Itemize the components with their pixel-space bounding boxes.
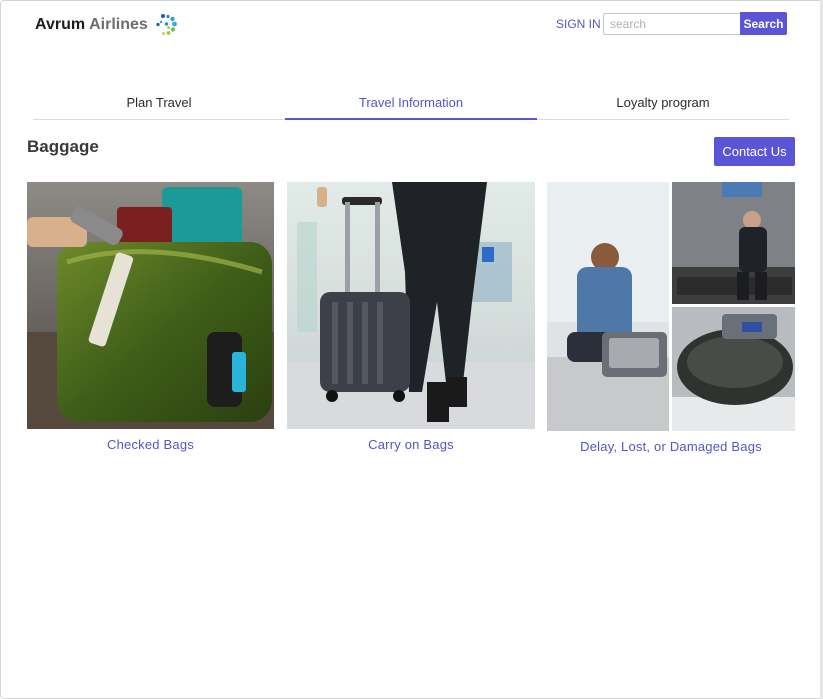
tab-loyalty-program[interactable]: Loyalty program [537, 90, 789, 119]
contact-us-button[interactable]: Contact Us [714, 137, 795, 166]
card-carry-on-bags[interactable]: Carry on Bags [287, 182, 535, 452]
tab-travel-information[interactable]: Travel Information [285, 90, 537, 120]
main-tabs: Plan Travel Travel Information Loyalty p… [33, 90, 789, 120]
search-input[interactable] [603, 13, 740, 35]
rolling-carry-on-photo[interactable] [287, 182, 535, 429]
search-button[interactable]: Search [740, 12, 787, 35]
sign-in-link[interactable]: SIGN IN [556, 17, 601, 31]
brand-name-first: Avrum [35, 16, 86, 33]
brand-name-second: Airlines [89, 16, 148, 33]
page-title: Baggage [27, 137, 99, 156]
tab-plan-travel[interactable]: Plan Travel [33, 90, 285, 119]
card-delay-lost-damaged-bags[interactable]: Delay, Lost, or Damaged Bags [547, 182, 795, 454]
green-suitcase-photo[interactable] [27, 182, 274, 429]
brand-logo[interactable]: Avrum Airlines [35, 12, 180, 38]
swirl-dots-logo-icon [156, 14, 177, 35]
delay-lost-damaged-bags-link[interactable]: Delay, Lost, or Damaged Bags [547, 439, 795, 454]
carry-on-bags-link[interactable]: Carry on Bags [287, 437, 535, 452]
card-checked-bags[interactable]: Checked Bags [27, 182, 274, 452]
damaged-luggage-collage-photo[interactable] [547, 182, 795, 431]
checked-bags-link[interactable]: Checked Bags [27, 437, 274, 452]
